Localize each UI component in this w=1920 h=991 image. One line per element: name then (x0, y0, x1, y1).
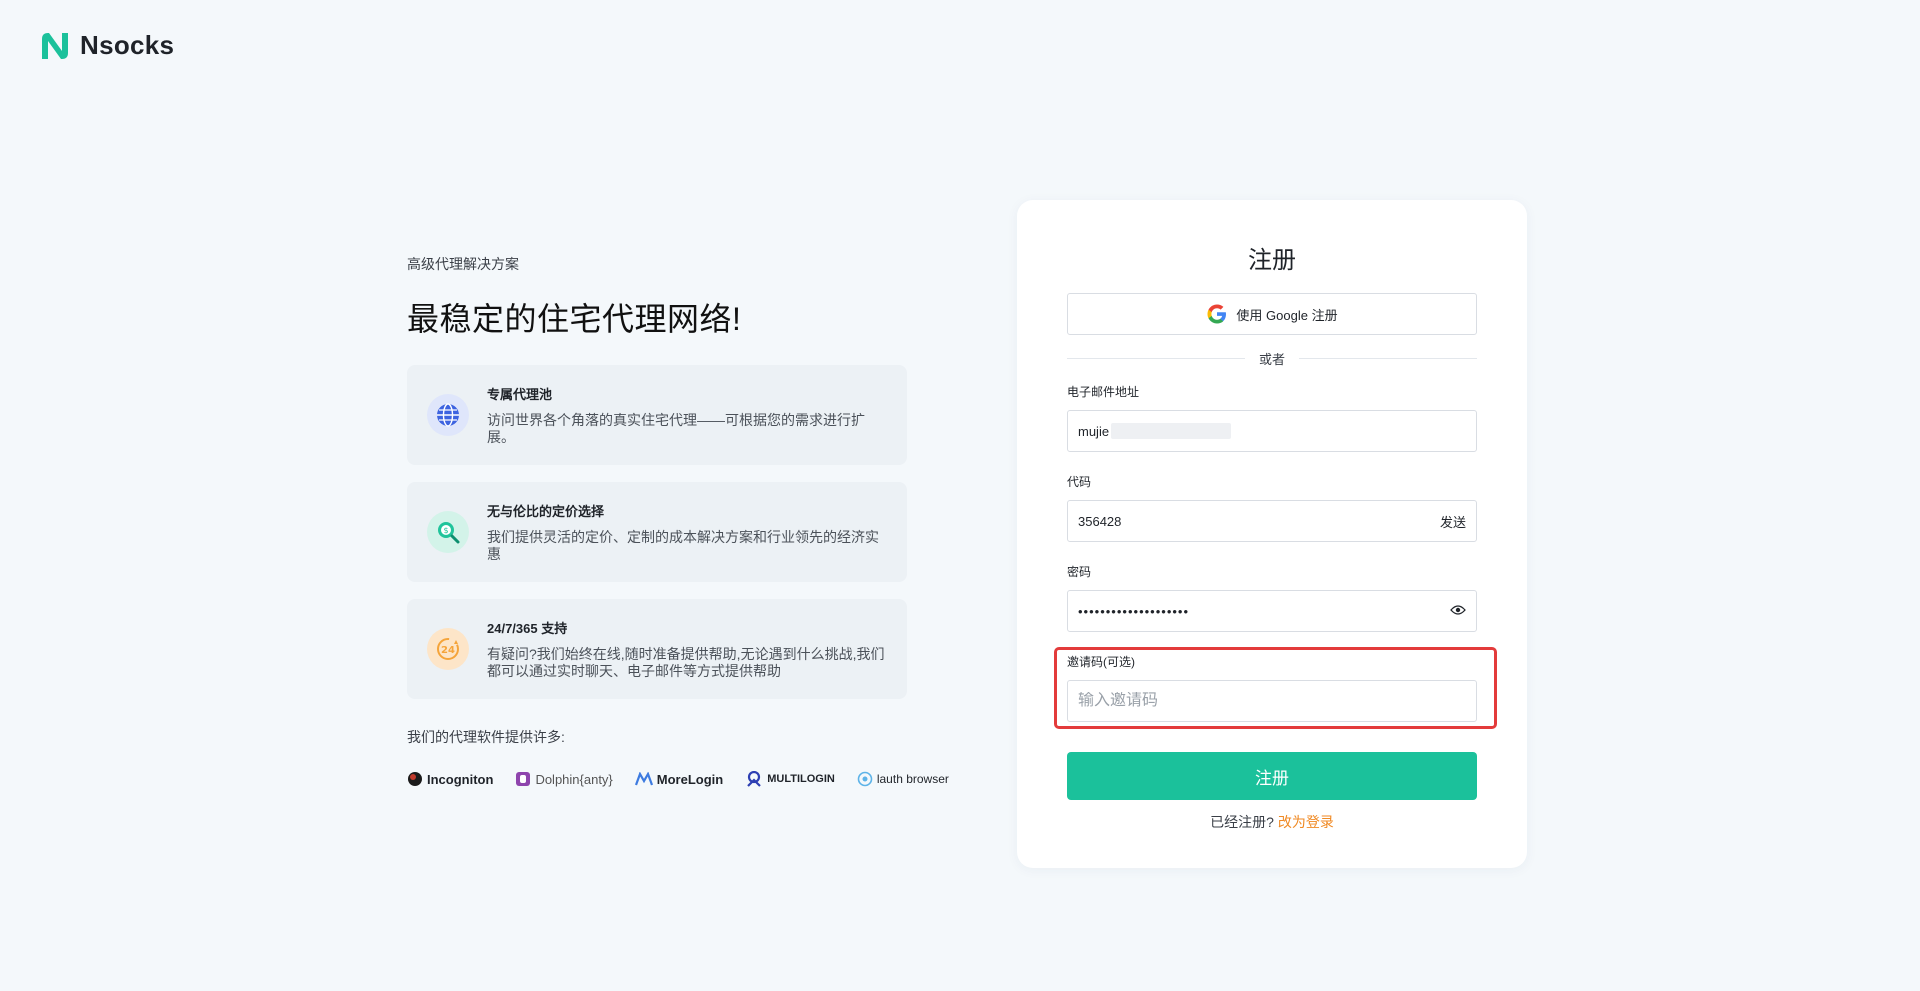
svg-text:24: 24 (441, 645, 455, 656)
brand-logo[interactable]: Nsocks (40, 30, 174, 61)
feature-desc: 访问世界各个角落的真实住宅代理——可根据您的需求进行扩展。 (487, 412, 865, 445)
partner-multilogin: MULTILOGIN (745, 771, 835, 787)
email-label: 电子邮件地址 (1067, 385, 1140, 399)
register-title: 注册 (1248, 247, 1296, 274)
feature-card: 专属代理池 访问世界各个角落的真实住宅代理——可根据您的需求进行扩展。 (407, 365, 907, 465)
email-field[interactable]: mujie (1067, 410, 1477, 452)
globe-icon (427, 394, 469, 436)
redacted-mask (1111, 423, 1232, 439)
password-label: 密码 (1067, 565, 1092, 579)
partner-name: Incogniton (427, 771, 494, 787)
google-signup-label: 使用 Google 注册 (1236, 307, 1338, 323)
partner-morelogin: MoreLogin (634, 771, 724, 787)
dolphin-icon (516, 772, 531, 786)
already-registered-text: 已经注册? (1210, 814, 1274, 830)
incogniton-icon (408, 772, 422, 786)
hero-section: 高级代理解决方案 最稳定的住宅代理网络! 专属代理池 访问世界各个角落的真实住宅… (407, 254, 949, 787)
price-search-icon: $ (427, 511, 469, 553)
invite-label: 邀请码(可选) (1067, 655, 1135, 669)
password-field[interactable]: •••••••••••••••••••• (1067, 590, 1477, 632)
eye-icon[interactable] (1450, 604, 1466, 619)
invite-field[interactable] (1067, 680, 1477, 722)
google-icon (1207, 304, 1227, 324)
feature-desc: 我们提供灵活的定价、定制的成本解决方案和行业领先的经济实惠 (487, 529, 879, 562)
partner-name: MoreLogin (656, 771, 724, 787)
invite-input[interactable] (1078, 692, 1466, 710)
register-submit-button[interactable]: 注册 (1067, 752, 1477, 800)
hero-eyebrow: 高级代理解决方案 (407, 256, 519, 272)
send-code-button[interactable]: 发送 (1440, 512, 1466, 531)
or-text: 或者 (1259, 351, 1286, 367)
register-card: 注册 使用 Google 注册 或者 电子邮件地址 mujie 代码 35642… (1017, 200, 1527, 868)
divider-line (1299, 357, 1478, 359)
divider-line (1067, 357, 1245, 359)
partner-name: MULTILOGIN (767, 773, 835, 785)
google-signup-button[interactable]: 使用 Google 注册 (1067, 293, 1477, 335)
feature-card: 24 24/7/365 支持 有疑问?我们始终在线,随时准备提供帮助,无论遇到什… (407, 599, 907, 699)
nsocks-logo-icon (42, 32, 68, 59)
or-divider: 或者 (1067, 348, 1478, 368)
code-label: 代码 (1067, 475, 1092, 489)
feature-title: 专属代理池 (487, 387, 553, 402)
partner-dolphin: Dolphin{anty} (515, 771, 613, 787)
brand-name: Nsocks (80, 30, 175, 60)
partner-logos: Incogniton Dolphin{anty} MoreLogin MULTI… (407, 771, 949, 787)
support-24-icon: 24 (427, 628, 469, 670)
feature-title: 24/7/365 支持 (487, 621, 568, 636)
feature-list: 专属代理池 访问世界各个角落的真实住宅代理——可根据您的需求进行扩展。 $ 无与… (407, 365, 907, 699)
hero-headline: 最稳定的住宅代理网络! (407, 301, 742, 337)
email-value: mujie (1078, 423, 1110, 439)
partners-label: 我们的代理软件提供许多: (407, 729, 565, 745)
partner-name: Dolphin{anty} (535, 771, 613, 787)
multilogin-icon (747, 771, 761, 787)
code-field[interactable]: 356428 发送 (1067, 500, 1477, 542)
svg-text:$: $ (443, 526, 448, 535)
morelogin-icon (634, 772, 653, 786)
partner-lauth: lauth browser (857, 771, 949, 787)
login-prompt: 已经注册? 改为登录 (1067, 812, 1477, 832)
login-link[interactable]: 改为登录 (1278, 814, 1334, 830)
partner-incogniton: Incogniton (407, 771, 493, 787)
password-value: •••••••••••••••••••• (1078, 603, 1190, 619)
feature-desc: 有疑问?我们始终在线,随时准备提供帮助,无论遇到什么挑战,我们都可以通过实时聊天… (487, 646, 885, 679)
feature-title: 无与伦比的定价选择 (487, 504, 605, 519)
code-value: 356428 (1078, 513, 1122, 529)
partner-name: lauth browser (876, 772, 949, 786)
feature-card: $ 无与伦比的定价选择 我们提供灵活的定价、定制的成本解决方案和行业领先的经济实… (407, 482, 907, 582)
lauth-icon (857, 771, 873, 787)
